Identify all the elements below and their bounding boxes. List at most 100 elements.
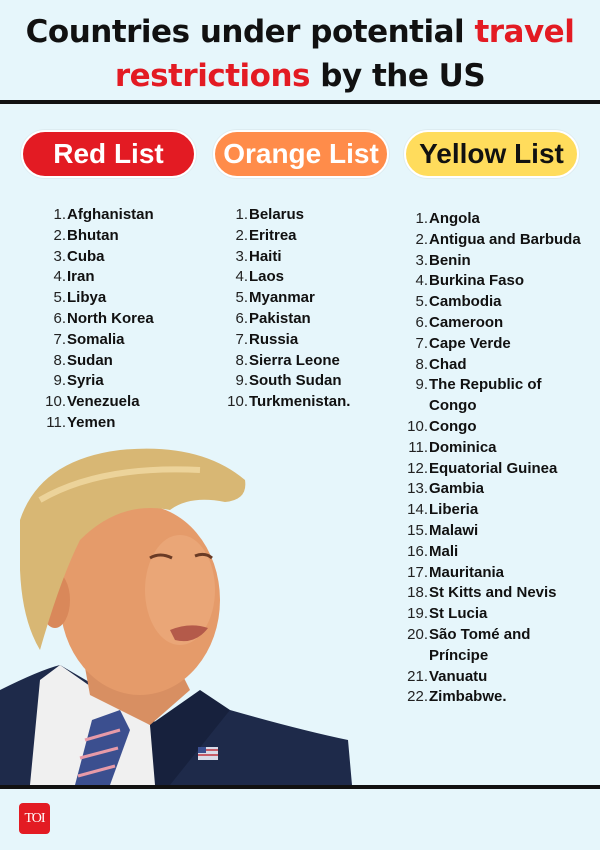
list-item: 3. Benin xyxy=(402,251,598,272)
list-item-number: 11. xyxy=(408,438,428,456)
header-divider xyxy=(0,100,600,104)
list-item: 9. Syria xyxy=(40,371,220,392)
list-item-number: 21. xyxy=(407,667,428,685)
country-name: Syria xyxy=(67,372,104,390)
list-item: 15. Malawi xyxy=(402,521,598,542)
country-name: Cambodia xyxy=(429,293,502,311)
portrait-photo xyxy=(0,448,352,785)
country-name: Belarus xyxy=(249,206,305,223)
list-item: 21. Vanuatu xyxy=(402,667,598,688)
country-name: Congo xyxy=(429,417,477,435)
list-item: 10. Venezuela xyxy=(40,392,220,413)
list-item: 8. Chad xyxy=(402,355,598,376)
list-item-number: 9. xyxy=(415,376,428,394)
list-item-number: 10. xyxy=(407,417,428,435)
list-item-number: 8. xyxy=(235,351,248,369)
list-item-number: 5. xyxy=(415,293,428,311)
red-list-badge: Red List xyxy=(21,130,196,178)
country-name: Haiti xyxy=(249,247,282,265)
list-item: 8. Sudan xyxy=(40,351,220,372)
list-item: 2. Antigua and Barbuda xyxy=(402,230,598,251)
country-name: Libya xyxy=(67,289,107,307)
list-item-number: 9. xyxy=(235,372,248,390)
list-item: 18. St Kitts and Nevis xyxy=(402,583,598,604)
list-item-number: 10. xyxy=(227,393,248,411)
list-item-number: 7. xyxy=(415,334,428,352)
list-item-number: 4. xyxy=(235,268,248,286)
title-part2: by the US xyxy=(309,58,486,94)
country-name: Laos xyxy=(249,268,285,286)
country-name: Cape Verde xyxy=(429,334,511,352)
list-item-number: 6. xyxy=(53,309,66,327)
list-item: 17. Mauritania xyxy=(402,563,598,584)
footer-divider xyxy=(0,785,600,789)
country-name: Iran xyxy=(67,268,95,286)
country-name: Antigua and Barbuda xyxy=(429,230,581,248)
list-item: 11. Yemen xyxy=(40,413,220,434)
list-item: 6. Cameroon xyxy=(402,313,598,334)
title-highlight-restrictions: restrictions xyxy=(114,58,311,94)
list-item-number: 6. xyxy=(235,309,248,327)
country-name: Venezuela xyxy=(67,393,140,411)
country-name: Sudan xyxy=(67,351,113,369)
yellow-country-list: 1. Angola 2. Antigua and Barbuda 3. Benin 4. Bu… xyxy=(402,209,598,708)
list-item-number: 10. xyxy=(45,393,66,411)
list-item-number: 1. xyxy=(53,206,66,223)
country-name: Bhutan xyxy=(67,226,119,244)
title-highlight-travel: travel xyxy=(474,14,575,50)
list-item: 10. Congo xyxy=(402,417,598,438)
list-item-number: 22. xyxy=(407,688,428,706)
country-name: South Sudan xyxy=(249,372,342,390)
list-item: 7. Somalia xyxy=(40,330,220,351)
list-item-number: 13. xyxy=(407,480,428,498)
country-name: Afghanistan xyxy=(67,206,154,223)
list-item-number: 8. xyxy=(53,351,66,369)
country-name: Dominica xyxy=(429,438,497,456)
list-item-number: 3. xyxy=(415,251,428,269)
list-item: 1. Belarus xyxy=(222,205,402,226)
list-item: 5. Myanmar xyxy=(222,288,402,309)
list-item: 12. Equatorial Guinea xyxy=(402,459,598,480)
list-item: 16. Mali xyxy=(402,542,598,563)
country-name: Angola xyxy=(429,210,480,227)
list-item-number: 14. xyxy=(407,501,428,519)
list-item-number: 15. xyxy=(407,521,428,539)
list-item-number: 1. xyxy=(235,206,248,223)
list-item-number: 3. xyxy=(235,247,248,265)
yellow-list-badge: Yellow List xyxy=(404,130,579,178)
list-item-number: 2. xyxy=(415,230,428,248)
country-name: Sierra Leone xyxy=(249,351,340,369)
list-item-number: 5. xyxy=(235,289,248,307)
list-item-number: 8. xyxy=(415,355,428,373)
country-name: Benin xyxy=(429,251,471,269)
title-part1: Countries under potential xyxy=(25,14,475,50)
list-item: 3. Cuba xyxy=(40,247,220,268)
list-item-number: 16. xyxy=(407,542,428,560)
country-name: Yemen xyxy=(67,413,116,431)
country-name: Vanuatu xyxy=(429,667,488,685)
list-item: 9. The Republic of Congo xyxy=(402,375,598,417)
orange-country-list: 1. Belarus 2. Eritrea 3. Haiti 4. Laos 5. Myanmar… xyxy=(222,205,402,413)
country-name: The Republic of Congo xyxy=(429,376,542,415)
list-item: 2. Bhutan xyxy=(40,226,220,247)
country-name: Pakistan xyxy=(249,309,311,327)
list-item-number: 4. xyxy=(415,272,428,290)
list-item-number: 20. xyxy=(407,625,428,643)
country-name: Cameroon xyxy=(429,313,504,331)
country-name: Zimbabwe. xyxy=(429,688,507,706)
list-item-number: 3. xyxy=(53,247,66,265)
country-name: St Lucia xyxy=(429,605,488,623)
country-name: Turkmenistan. xyxy=(249,393,351,411)
page-title: Countries under potential travel restric… xyxy=(0,10,600,98)
list-item-number: 5. xyxy=(53,289,66,307)
list-item: 20. São Tomé and Príncipe xyxy=(402,625,598,667)
orange-list-badge: Orange List xyxy=(213,130,389,178)
list-item: 3. Haiti xyxy=(222,247,402,268)
list-item: 11. Dominica xyxy=(402,438,598,459)
country-name: Mauritania xyxy=(429,563,505,581)
list-item: 13. Gambia xyxy=(402,479,598,500)
list-item-number: 9. xyxy=(53,372,66,390)
country-name: Liberia xyxy=(429,501,479,519)
list-item-number: 4. xyxy=(53,268,66,286)
country-name: Equatorial Guinea xyxy=(429,459,558,477)
